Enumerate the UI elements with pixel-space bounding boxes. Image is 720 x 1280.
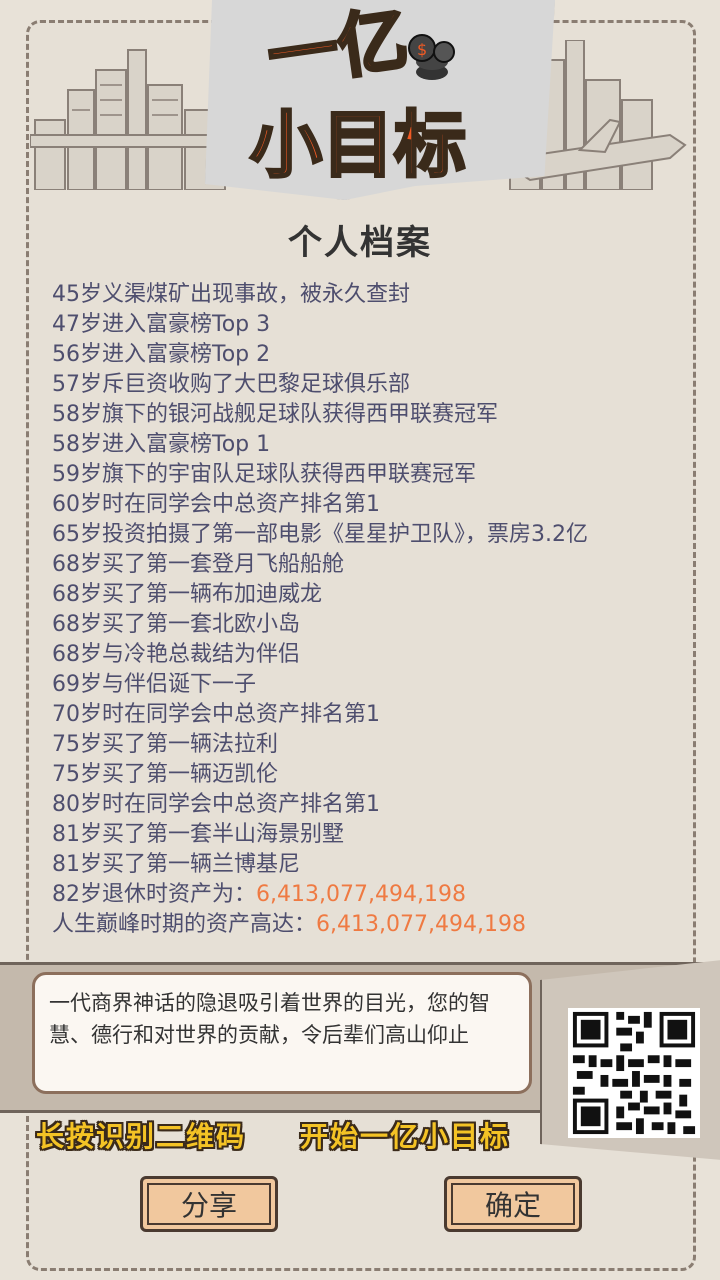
confirm-button[interactable]: 确定 [444, 1176, 582, 1232]
timeline-list[interactable]: 45岁义渠煤矿出现事故，被永久查封 47岁进入富豪榜Top 3 56岁进入富豪榜… [52, 280, 692, 950]
coins-icon: $ [408, 34, 455, 80]
timeline-item: 68岁买了第一套登月飞船船舱 [52, 552, 344, 577]
timeline-item: 68岁买了第一套北欧小岛 [52, 612, 300, 637]
retire-assets-value: 6,413,077,494,198 [256, 882, 466, 907]
timeline-item: 59岁旗下的宇宙队足球队获得西甲联赛冠军 [52, 462, 476, 487]
logo-yiyi: 一亿 $ [261, 0, 455, 90]
peak-assets-label: 人生巅峰时期的资产高达： [52, 912, 317, 937]
svg-text:一亿: 一亿 [263, 0, 413, 90]
timeline-item: 75岁买了第一辆迈凯伦 [52, 762, 278, 787]
timeline-item: 56岁进入富豪榜Top 2 [52, 342, 271, 367]
timeline-item: 45岁义渠煤矿出现事故，被永久查封 [52, 282, 410, 307]
timeline-item: 68岁买了第一辆布加迪威龙 [52, 582, 322, 607]
timeline-item: 80岁时在同学会中总资产排名第1 [52, 792, 380, 817]
timeline-item: 58岁进入富豪榜Top 1 [52, 432, 271, 457]
share-button[interactable]: 分享 [140, 1176, 278, 1232]
svg-text:$: $ [417, 40, 427, 59]
page-title: 个人档案 [288, 223, 432, 263]
peak-assets-value: 6,413,077,494,198 [316, 912, 526, 937]
slogan-start-goal: 开始一亿小目标 [300, 1120, 511, 1153]
slogan-scan-qr: 长按识别二维码 [36, 1120, 247, 1153]
summary-message: 一代商界神话的隐退吸引着世界的目光，您的智慧、德行和对世界的贡献，令后辈们高山仰… [32, 972, 532, 1094]
timeline-item: 81岁买了第一辆兰博基尼 [52, 852, 300, 877]
timeline-item: 70岁时在同学会中总资产排名第1 [52, 702, 380, 727]
svg-text:小目标: 小目标 [250, 103, 466, 187]
logo-xiaomubiao: 小目标 [249, 102, 468, 189]
qr-code-icon[interactable] [568, 1008, 700, 1138]
timeline-item: 68岁与冷艳总裁结为伴侣 [52, 642, 300, 667]
timeline-item: 81岁买了第一套半山海景别墅 [52, 822, 344, 847]
timeline-item: 69岁与伴侣诞下一子 [52, 672, 256, 697]
timeline-item: 57岁斥巨资收购了大巴黎足球俱乐部 [52, 372, 410, 397]
timeline-item: 47岁进入富豪榜Top 3 [52, 312, 271, 337]
timeline-item: 65岁投资拍摄了第一部电影《星星护卫队》，票房3.2亿 [52, 522, 588, 547]
timeline-item: 75岁买了第一辆法拉利 [52, 732, 278, 757]
peak-assets-row: 人生巅峰时期的资产高达：6,413,077,494,198 [52, 910, 692, 940]
timeline-item: 60岁时在同学会中总资产排名第1 [52, 492, 380, 517]
timeline-item: 58岁旗下的银河战舰足球队获得西甲联赛冠军 [52, 402, 498, 427]
retire-assets-row: 82岁退休时资产为：6,413,077,494,198 [52, 880, 692, 910]
retire-assets-label: 82岁退休时资产为： [52, 882, 256, 907]
